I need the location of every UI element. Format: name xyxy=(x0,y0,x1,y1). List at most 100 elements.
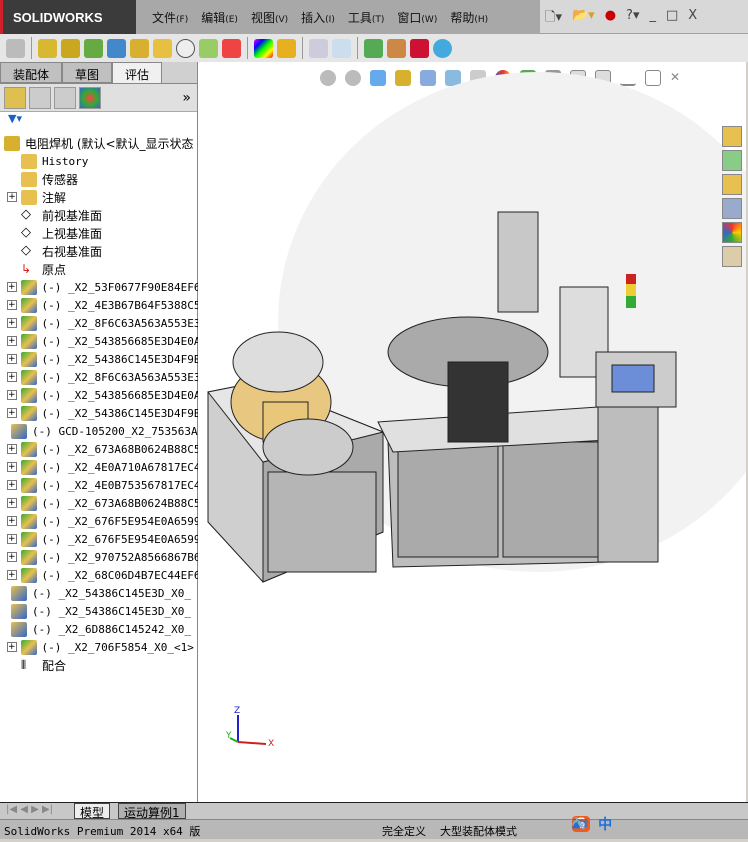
simulation-xpress-icon[interactable] xyxy=(364,38,383,58)
close-button[interactable]: X xyxy=(688,8,697,30)
configuration-manager-tab-icon[interactable] xyxy=(54,86,76,109)
ime-language[interactable]: 中 xyxy=(598,814,612,834)
expand-toggle[interactable]: + xyxy=(7,336,17,346)
tree-item[interactable]: + (-) _X2_54386C145E3D4F9B65 xyxy=(0,404,198,422)
section-properties-icon[interactable] xyxy=(153,38,172,58)
tree-item[interactable]: ◇ 上视基准面 xyxy=(0,224,198,242)
expand-toggle[interactable]: + xyxy=(7,408,17,418)
tab-evaluate[interactable]: 评估 xyxy=(112,62,163,83)
filter-icon[interactable]: ▼▾ xyxy=(0,112,197,130)
expand-toggle[interactable]: + xyxy=(7,318,17,328)
menu-2[interactable]: 视图(V) xyxy=(251,9,288,26)
menu-6[interactable]: 帮助(H) xyxy=(450,9,488,26)
expand-toggle[interactable]: + xyxy=(7,282,17,292)
expand-toggle[interactable]: + xyxy=(7,642,17,652)
solidworks-resources-icon[interactable] xyxy=(722,126,742,147)
tree-item[interactable]: + (-) _X2_4E3B67B64F5388C591 xyxy=(0,296,198,314)
maximize-button[interactable]: □ xyxy=(666,8,678,30)
curvature-icon[interactable] xyxy=(254,38,273,58)
tab-model[interactable]: 模型 xyxy=(74,803,111,820)
solidworks-logo[interactable]: SOLIDWORKS xyxy=(0,0,136,34)
tree-item[interactable]: History xyxy=(0,152,198,170)
tree-item[interactable]: (-) GCD-105200_X2_753563A7 xyxy=(0,422,198,440)
tree-item[interactable]: + (-) _X2_676F5E954E0A659967 xyxy=(0,512,198,530)
dfm-xpress-icon[interactable] xyxy=(410,38,429,58)
tree-item[interactable]: + (-) _X2_676F5E954E0A659967 xyxy=(0,530,198,548)
performance-icon[interactable] xyxy=(176,38,195,58)
expand-toggle[interactable]: + xyxy=(7,444,17,454)
tab-motion-study[interactable]: 运动算例1 xyxy=(118,803,186,820)
expand-toggle[interactable]: + xyxy=(7,462,17,472)
menu-0[interactable]: 文件(F) xyxy=(152,9,188,26)
measure-tape-icon[interactable] xyxy=(107,38,126,58)
tree-item[interactable]: + (-) _X2_53F0677F90E84EF6_X xyxy=(0,278,198,296)
appearances-icon[interactable] xyxy=(722,222,742,243)
tree-item[interactable]: ◇ 右视基准面 xyxy=(0,242,198,260)
tree-item[interactable]: + (-) _X2_8F6C63A563A553E3_X xyxy=(0,368,198,386)
new-document-icon[interactable]: 🗋▾ xyxy=(545,8,562,30)
mass-properties-icon[interactable] xyxy=(130,38,149,58)
tree-item[interactable]: + 注解 xyxy=(0,188,198,206)
tab-assembly[interactable]: 装配体 xyxy=(0,62,63,83)
tree-item[interactable]: + (-) _X2_4E0A710A67817EC44E xyxy=(0,458,198,476)
tree-item[interactable]: (-) _X2_54386C145E3D_X0_ 6 xyxy=(0,584,198,602)
help-icon[interactable]: ?▾ xyxy=(626,8,639,30)
menu-3[interactable]: 插入(I) xyxy=(301,9,335,26)
expand-toggle[interactable]: + xyxy=(7,480,17,490)
expand-toggle[interactable]: + xyxy=(7,498,17,508)
graphics-viewport[interactable]: ✕ Z X Y xyxy=(198,62,746,802)
tree-item[interactable]: + (-) _X2_706F5854_X0_<1> ( xyxy=(0,638,198,656)
expand-toggle[interactable]: + xyxy=(7,390,17,400)
tree-item[interactable]: + (-) _X2_673A68B0624B88C591 xyxy=(0,494,198,512)
expand-toggle[interactable]: + xyxy=(7,354,17,364)
more-tabs-chevron[interactable]: » xyxy=(182,90,191,106)
expand-toggle[interactable]: + xyxy=(7,192,17,202)
tools-icon[interactable]: 🔧 xyxy=(572,817,586,830)
measure-icon[interactable] xyxy=(6,38,25,58)
menu-5[interactable]: 窗口(W) xyxy=(397,9,437,26)
menu-1[interactable]: 编辑(E) xyxy=(201,9,238,26)
tree-item[interactable]: + (-) _X2_543856685E3D4E0A65 xyxy=(0,386,198,404)
expand-toggle[interactable]: + xyxy=(7,300,17,310)
tree-item[interactable]: + (-) _X2_4E0B753567817EC44E xyxy=(0,476,198,494)
machine-model[interactable]: Z X Y xyxy=(198,62,746,802)
tree-item[interactable]: + (-) _X2_68C06D4B7EC44EF6_X xyxy=(0,566,198,584)
tree-item[interactable]: ↳ 原点 xyxy=(0,260,198,278)
expand-toggle[interactable]: + xyxy=(7,552,17,562)
tree-item[interactable]: (-) _X2_54386C145E3D_X0_ 6 xyxy=(0,602,198,620)
feature-manager-tab-icon[interactable] xyxy=(4,86,26,109)
compare-documents-icon[interactable] xyxy=(309,38,328,58)
assembly-visualization-icon[interactable] xyxy=(222,38,241,58)
tab-scroll-arrows[interactable]: |◀ ◀ ▶ ▶| xyxy=(6,804,53,815)
tree-item[interactable]: + (-) _X2_543856685E3D4E0A65 xyxy=(0,332,198,350)
tree-item[interactable]: + (-) _X2_54386C145E3D4F9B65 xyxy=(0,350,198,368)
display-manager-tab-icon[interactable] xyxy=(79,86,101,109)
property-manager-tab-icon[interactable] xyxy=(29,86,51,109)
expand-toggle[interactable]: + xyxy=(7,534,17,544)
tree-item[interactable]: 传感器 xyxy=(0,170,198,188)
check-icon[interactable] xyxy=(199,38,218,58)
flow-xpress-icon[interactable] xyxy=(387,38,406,58)
tab-sketch[interactable]: 草图 xyxy=(62,62,113,83)
expand-toggle[interactable]: + xyxy=(7,570,17,580)
tree-item[interactable]: (-) _X2_6D886C145242_X0_ 6 xyxy=(0,620,198,638)
view-palette-icon[interactable] xyxy=(722,198,742,219)
minimize-button[interactable]: _ xyxy=(649,8,656,30)
expand-toggle[interactable]: + xyxy=(7,516,17,526)
tree-item[interactable]: ◇ 前视基准面 xyxy=(0,206,198,224)
custom-properties-icon[interactable] xyxy=(722,246,742,267)
expand-toggle[interactable]: + xyxy=(7,372,17,382)
sustainability-icon[interactable] xyxy=(433,38,452,58)
tree-item[interactable]: ⫴ 配合 xyxy=(0,656,198,674)
design-library-icon[interactable] xyxy=(722,150,742,171)
open-icon[interactable]: 📂▾ xyxy=(572,8,595,30)
clearance-icon[interactable] xyxy=(61,38,80,58)
draft-analysis-icon[interactable] xyxy=(277,38,296,58)
tree-item[interactable]: + (-) _X2_970752A8566867B64E xyxy=(0,548,198,566)
tree-root[interactable]: 电阻焊机 (默认<默认_显示状态 xyxy=(0,134,198,152)
file-explorer-icon[interactable] xyxy=(722,174,742,195)
menu-4[interactable]: 工具(T) xyxy=(348,9,385,26)
tree-item[interactable]: + (-) _X2_673A68B0624B88C591 xyxy=(0,440,198,458)
tree-item[interactable]: + (-) _X2_8F6C63A563A553E3_X xyxy=(0,314,198,332)
hole-alignment-icon[interactable] xyxy=(84,38,103,58)
